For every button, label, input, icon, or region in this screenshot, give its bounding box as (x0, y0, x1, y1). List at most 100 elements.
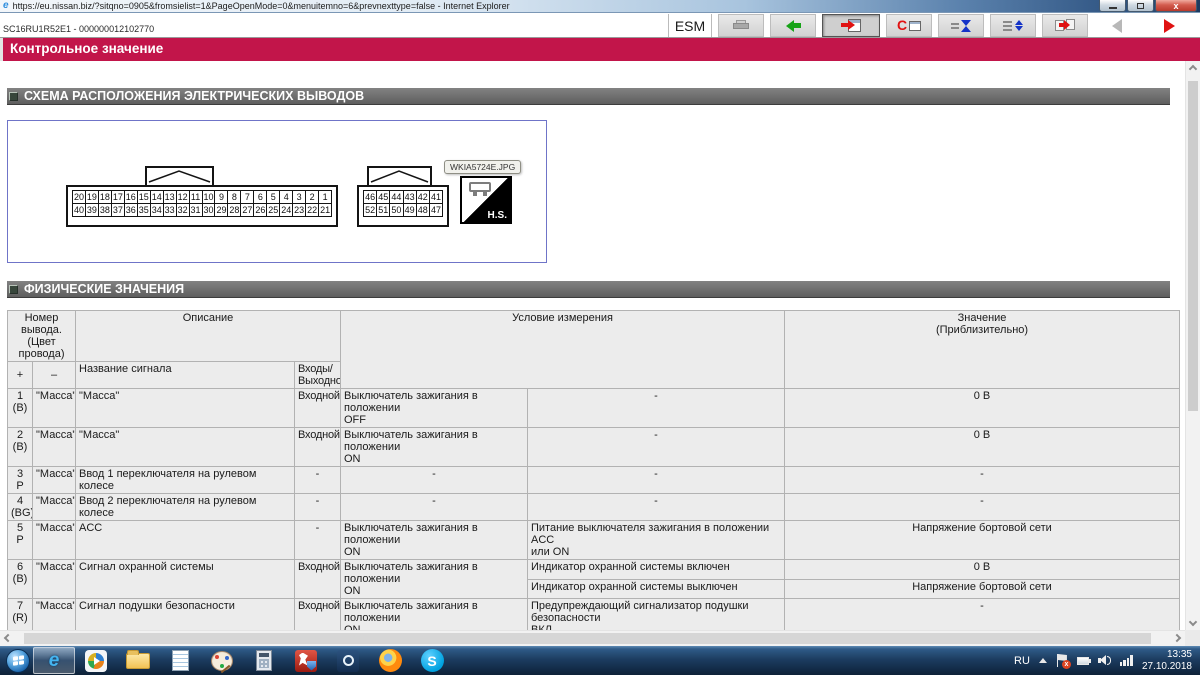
cell-wire: "Масса" (32, 598, 76, 630)
cell-cond1: Выключатель зажигания в положении ON (340, 520, 528, 560)
connector-large: 20 19 18 17 16 15 14 13 12 11 10 9 8 7 6 5 4 3 2 1 40 39 38 37… (66, 185, 338, 227)
values-table-wrap: Номер вывода. (Цвет провода) Описание Ус… (7, 310, 1180, 630)
ie-favicon-icon: e (3, 0, 9, 11)
connector-large-latch (145, 166, 214, 187)
next-triangle-icon (1163, 18, 1175, 33)
pin-20: 20 (72, 190, 86, 204)
cell-io: Входной (294, 427, 341, 467)
pin-7: 7 (240, 190, 255, 204)
copy-page-button[interactable] (1042, 14, 1088, 37)
back-button[interactable] (770, 14, 816, 37)
pin-49: 49 (402, 203, 417, 217)
show-in-frame-button[interactable] (822, 14, 880, 37)
horizontal-scrollbar[interactable] (0, 630, 1185, 646)
pin-19: 19 (84, 190, 99, 204)
pin-21: 21 (318, 203, 333, 217)
pin-3: 3 (292, 190, 307, 204)
cell-cond2: - (526, 427, 786, 467)
previous-page-button[interactable] (1094, 14, 1140, 37)
cell-io: Входной (294, 598, 341, 630)
expand-collapse-button[interactable] (990, 14, 1036, 37)
taskbar-apps: e S (33, 646, 453, 675)
prev-triangle-icon (1112, 18, 1122, 33)
taskbar-internet-explorer[interactable]: e (33, 647, 75, 674)
connector-glyph-icon (469, 182, 491, 196)
cell-cond1: Выключатель зажигания в положении ON (340, 598, 528, 630)
title-bar[interactable]: e https://eu.nissan.biz/?sitqno=0905&fro… (0, 0, 1200, 13)
image-filename-tooltip: WKIA5724E.JPG (444, 160, 522, 174)
pin-11: 11 (188, 190, 203, 204)
vertical-scrollbar[interactable] (1185, 61, 1200, 630)
cell-io: - (294, 466, 341, 494)
copy-documents-icon (1055, 19, 1075, 32)
content-area: СХЕМА РАСПОЛОЖЕНИЯ ЭЛЕКТРИЧЕСКИХ ВЫВОДОВ… (0, 61, 1200, 646)
esm-label: ESM (668, 14, 712, 37)
taskbar-explorer[interactable] (117, 647, 159, 674)
cell-wire: "Масса" (32, 559, 76, 599)
cell-io: Входной (294, 559, 341, 599)
taskbar-paint[interactable] (201, 647, 243, 674)
taskbar-skype[interactable]: S (411, 647, 453, 674)
next-page-button[interactable] (1146, 14, 1192, 37)
window-title: https://eu.nissan.biz/?sitqno=0905&froms… (12, 1, 510, 11)
restore-button[interactable] (1127, 0, 1154, 12)
pin-30: 30 (201, 203, 216, 217)
pin-17: 17 (110, 190, 125, 204)
taskbar-media-player[interactable] (75, 647, 117, 674)
cell-cond2: Питание выключателя зажигания в положени… (526, 520, 786, 560)
c-window-button[interactable]: C (886, 14, 932, 37)
taskbar-calculator[interactable] (243, 647, 285, 674)
volume-icon[interactable] (1097, 655, 1111, 666)
cell-wire: "Масса" (32, 388, 76, 428)
taskbar-firefox[interactable] (369, 647, 411, 674)
pin-43: 43 (402, 190, 417, 204)
print-button[interactable] (718, 14, 764, 37)
cell-cond1: Выключатель зажигания в положении ON (340, 427, 528, 467)
pin-44: 44 (389, 190, 404, 204)
start-button[interactable] (3, 648, 33, 674)
vertical-scroll-thumb[interactable] (1188, 81, 1198, 411)
pin-35: 35 (136, 203, 151, 217)
minimize-icon (1108, 6, 1117, 9)
taskbar-notepad[interactable] (159, 647, 201, 674)
action-center-flag-icon[interactable]: x (1056, 654, 1071, 669)
minimize-button[interactable] (1099, 0, 1126, 12)
cell-pin: 2 (B) (7, 427, 33, 467)
connector-diagram: 20 19 18 17 16 15 14 13 12 11 10 9 8 7 6 5 4 3 2 1 40 39 38 37… (7, 120, 547, 263)
pin-41: 41 (428, 190, 444, 204)
cell-io: Входной (294, 388, 341, 428)
cell-value: 0 В (784, 427, 1180, 467)
header-description: Описание (75, 310, 341, 362)
header-condition: Условие измерения (339, 310, 786, 389)
window-red-arrow-icon (841, 19, 861, 32)
pin-22: 22 (305, 203, 320, 217)
cell-cond1: Выключатель зажигания в положении ON (340, 559, 528, 599)
hidden-icons-button[interactable] (1038, 658, 1047, 663)
blue-ring-app-icon (337, 649, 359, 672)
pin-48: 48 (415, 203, 430, 217)
scroll-up-icon[interactable] (1188, 64, 1198, 74)
pin-27: 27 (240, 203, 255, 217)
cell-wire: "Масса" (32, 520, 76, 560)
battery-icon[interactable] (1076, 656, 1091, 665)
taskbar-red-app[interactable] (285, 647, 327, 674)
taskbar-blue-app[interactable] (327, 647, 369, 674)
scrollbar-corner (1185, 630, 1200, 646)
green-arrow-left-icon (785, 19, 801, 32)
scroll-down-icon[interactable] (1188, 617, 1198, 627)
close-button[interactable]: x (1155, 0, 1197, 12)
pin-14: 14 (149, 190, 164, 204)
c-window-icon: C (897, 18, 922, 32)
sort-button[interactable] (938, 14, 984, 37)
clock[interactable]: 13:35 27.10.2018 (1142, 649, 1192, 673)
toolbar-buttons: ESM C (668, 14, 1192, 37)
scroll-right-icon[interactable] (1172, 633, 1182, 643)
network-signal-icon[interactable] (1119, 655, 1133, 666)
table-row: 1 (B) "Масса" "Масса" Входной Выключател… (7, 388, 1180, 428)
language-indicator[interactable]: RU (1014, 655, 1030, 667)
scroll-left-icon[interactable] (3, 633, 13, 643)
pin-12: 12 (175, 190, 190, 204)
horizontal-scroll-thumb[interactable] (24, 633, 1151, 644)
printer-icon (733, 20, 749, 31)
cell-pin: 1 (B) (7, 388, 33, 428)
